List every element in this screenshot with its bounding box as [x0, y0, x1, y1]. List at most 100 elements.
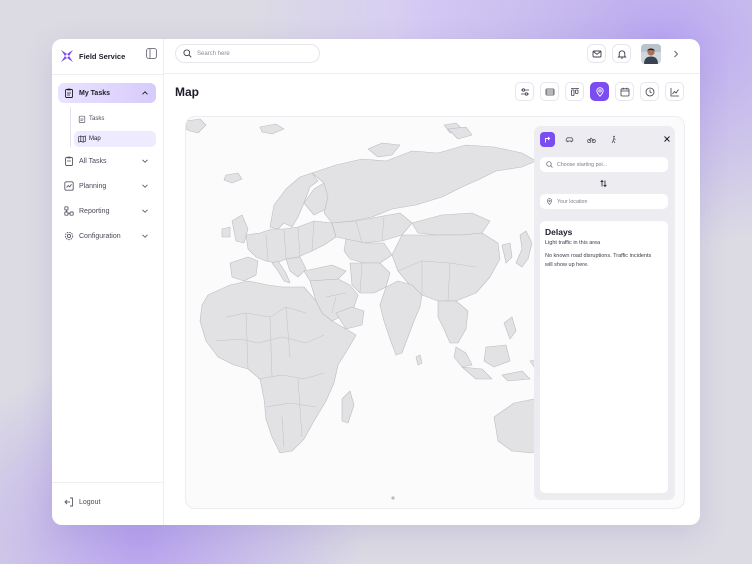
starting-point-input[interactable]: Choose starting poi... — [540, 157, 668, 172]
map-icon — [78, 135, 86, 143]
sidebar-item-my-tasks[interactable]: My Tasks — [58, 83, 156, 103]
sidebar-item-reporting[interactable]: Reporting — [58, 201, 156, 221]
list-icon — [545, 88, 554, 95]
landmass — [367, 142, 401, 158]
landmass — [285, 256, 307, 278]
sidebar-collapse-icon[interactable] — [146, 48, 157, 59]
clipboard-icon — [78, 115, 86, 123]
sidebar: Field Service My Tasks Tasks Map All Tas… — [52, 39, 164, 525]
landmass — [501, 242, 513, 264]
location-pin-icon — [546, 198, 553, 205]
delays-subtitle: Light traffic in this area — [545, 240, 601, 246]
calendar-icon — [620, 87, 629, 96]
landmass — [341, 390, 355, 424]
mode-directions-button[interactable] — [540, 132, 555, 147]
search-input[interactable]: Search here — [175, 44, 320, 63]
filters-button[interactable] — [515, 82, 534, 101]
logout-label: Logout — [79, 498, 101, 506]
sidebar-subitem-map[interactable]: Map — [74, 131, 156, 147]
landmass — [461, 366, 493, 380]
close-icon — [664, 136, 670, 142]
delays-card: Delays Light traffic in this area No kno… — [540, 221, 668, 493]
directions-panel: Choose starting poi... Your location Del… — [534, 126, 675, 500]
mode-car-button[interactable] — [562, 132, 577, 147]
landmass — [483, 344, 511, 368]
sidebar-item-label: Planning — [79, 182, 107, 190]
directions-icon — [545, 136, 551, 143]
landmass — [379, 280, 423, 356]
avatar[interactable] — [641, 44, 661, 64]
swap-route-button[interactable] — [597, 177, 609, 189]
line-chart-icon — [670, 87, 679, 96]
submenu-line — [70, 107, 71, 147]
delays-text: No known road disruptions. Traffic incid… — [545, 253, 652, 268]
landmass — [437, 300, 469, 344]
analytics-view-button[interactable] — [665, 82, 684, 101]
bell-icon — [616, 49, 627, 59]
board-view-button[interactable] — [565, 82, 584, 101]
sidebar-divider — [52, 482, 164, 483]
close-button[interactable] — [661, 133, 673, 145]
mode-bike-button[interactable] — [584, 132, 599, 147]
sidebar-item-planning[interactable]: Planning — [58, 176, 156, 196]
report-icon — [64, 206, 74, 216]
list-view-button[interactable] — [540, 82, 559, 101]
car-icon — [565, 137, 574, 143]
logout-icon — [64, 497, 73, 507]
landmass — [186, 118, 207, 134]
clipboard-icon — [65, 88, 73, 98]
brand-logo-icon — [61, 50, 73, 62]
landmass — [229, 256, 259, 282]
travel-mode-row — [540, 132, 670, 147]
timeline-view-button[interactable] — [640, 82, 659, 101]
search-placeholder: Search here — [197, 50, 230, 57]
landmass — [245, 220, 337, 264]
gear-icon — [64, 231, 74, 241]
search-icon — [546, 161, 553, 168]
chevron-down-icon[interactable] — [141, 232, 149, 240]
top-bar: Search here — [164, 39, 700, 74]
landmass — [411, 212, 491, 236]
mail-icon — [592, 50, 601, 57]
chart-icon — [64, 181, 74, 191]
landmass — [453, 346, 473, 368]
search-icon — [183, 49, 192, 58]
brand[interactable]: Field Service — [60, 46, 160, 66]
user-avatar-icon — [641, 44, 661, 64]
map-view-button[interactable] — [590, 82, 609, 101]
destination-input[interactable]: Your location — [540, 194, 668, 209]
landmass — [501, 370, 531, 382]
chevron-right-icon[interactable] — [671, 49, 681, 59]
mail-button[interactable] — [587, 44, 606, 63]
landmass — [223, 172, 243, 184]
sidebar-subitem-tasks[interactable]: Tasks — [74, 111, 156, 127]
walk-icon — [611, 135, 616, 144]
chevron-down-icon[interactable] — [141, 157, 149, 165]
sliders-icon — [520, 87, 529, 96]
landmass — [303, 264, 347, 282]
map-scroll-indicator — [391, 496, 395, 500]
logout-button[interactable]: Logout — [64, 497, 100, 507]
starting-point-placeholder: Choose starting poi... — [557, 161, 608, 168]
sidebar-item-configuration[interactable]: Configuration — [58, 226, 156, 246]
notifications-button[interactable] — [612, 44, 631, 63]
chevron-down-icon[interactable] — [141, 182, 149, 190]
sidebar-subitem-label: Map — [89, 136, 101, 142]
landmass — [415, 354, 423, 366]
chevron-down-icon[interactable] — [141, 207, 149, 215]
calendar-view-button[interactable] — [615, 82, 634, 101]
landmass — [221, 226, 231, 238]
sidebar-item-all-tasks[interactable]: All Tasks — [58, 151, 156, 171]
sidebar-item-label: All Tasks — [79, 157, 107, 165]
clipboard-icon — [65, 156, 73, 166]
bike-icon — [587, 137, 596, 144]
destination-value: Your location — [557, 198, 588, 205]
board-icon — [570, 87, 579, 96]
landmass — [515, 230, 533, 268]
landmass — [259, 123, 285, 135]
sidebar-item-label: My Tasks — [79, 89, 110, 97]
chevron-up-icon[interactable] — [141, 89, 149, 97]
delays-title: Delays — [545, 227, 573, 237]
landmass — [349, 262, 391, 294]
mode-walk-button[interactable] — [606, 132, 621, 147]
